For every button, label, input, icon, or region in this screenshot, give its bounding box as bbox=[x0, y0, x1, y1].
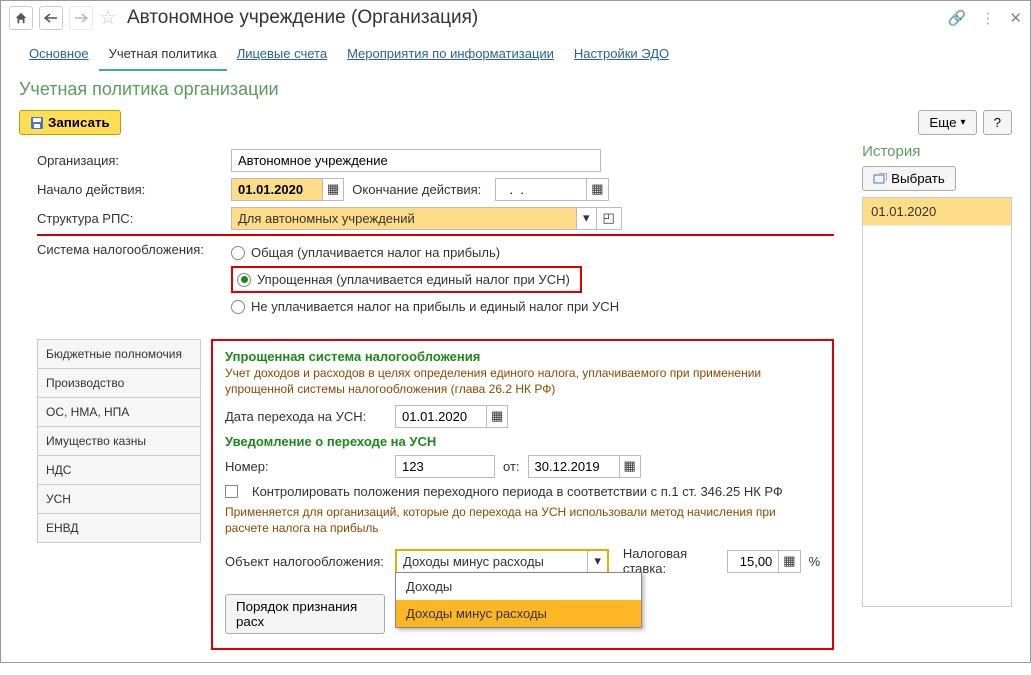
org-label: Организация: bbox=[37, 153, 223, 168]
check-desc: Применяется для организаций, которые до … bbox=[225, 505, 820, 536]
open-icon[interactable]: ◰ bbox=[596, 208, 621, 229]
usn-desc: Учет доходов и расходов в целях определе… bbox=[225, 366, 820, 397]
order-button[interactable]: Порядок признания расх bbox=[225, 594, 385, 634]
history-heading: История bbox=[862, 143, 1012, 160]
start-date-wrap: ▦ bbox=[231, 178, 344, 201]
end-label: Окончание действия: bbox=[352, 182, 481, 197]
save-button[interactable]: Записать bbox=[19, 110, 121, 135]
history-item[interactable]: 01.01.2020 bbox=[863, 198, 1011, 226]
obj-label: Объект налогообложения: bbox=[225, 554, 387, 569]
link-icon[interactable]: 🔗 bbox=[948, 9, 967, 27]
calculator-icon[interactable]: ▦ bbox=[778, 551, 799, 572]
chevron-down-icon[interactable]: ▾ bbox=[576, 208, 596, 229]
sidetab-envd[interactable]: ЕНВД bbox=[37, 514, 201, 543]
sidetab-nds[interactable]: НДС bbox=[37, 456, 201, 485]
obj-dropdown: Доходы Доходы минус расходы bbox=[395, 572, 642, 628]
chevron-down-icon: ▾ bbox=[961, 117, 966, 128]
tab-policy[interactable]: Учетная политика bbox=[99, 40, 227, 71]
tab-main[interactable]: Основное bbox=[19, 40, 99, 71]
calendar-icon[interactable]: ▦ bbox=[586, 179, 607, 200]
usn-date-label: Дата перехода на УСН: bbox=[225, 409, 387, 424]
tab-edo[interactable]: Настройки ЭДО bbox=[564, 40, 679, 71]
usn-date-input[interactable] bbox=[396, 406, 486, 427]
help-button[interactable]: ? bbox=[983, 110, 1012, 135]
control-checkbox[interactable] bbox=[225, 485, 238, 498]
end-date-input[interactable] bbox=[496, 179, 586, 200]
chevron-down-icon[interactable]: ▾ bbox=[587, 551, 607, 572]
obj-select[interactable]: Доходы минус расходы ▾ Доходы Доходы мин… bbox=[395, 549, 609, 574]
num-input[interactable] bbox=[395, 455, 495, 478]
check-label: Контролировать положения переходного пер… bbox=[252, 484, 783, 499]
radio-general[interactable]: Общая (уплачивается налог на прибыль) bbox=[231, 242, 619, 263]
start-label: Начало действия: bbox=[37, 182, 223, 197]
sidetab-usn[interactable]: УСН bbox=[37, 485, 201, 514]
tax-label: Система налогообложения: bbox=[37, 242, 223, 257]
star-icon[interactable]: ☆ bbox=[99, 5, 117, 30]
rate-input[interactable] bbox=[728, 551, 778, 572]
tab-accounts[interactable]: Лицевые счета bbox=[227, 40, 337, 71]
calendar-icon[interactable]: ▦ bbox=[486, 406, 507, 427]
calendar-icon[interactable]: ▦ bbox=[619, 456, 640, 477]
obj-option-income[interactable]: Доходы bbox=[396, 573, 641, 600]
org-input[interactable] bbox=[231, 149, 601, 172]
radio-usn[interactable]: Упрощенная (уплачивается единый налог пр… bbox=[231, 263, 619, 296]
rate-unit: % bbox=[809, 554, 821, 569]
usn-heading: Упрощенная система налогообложения bbox=[225, 349, 820, 364]
sidetab-budget[interactable]: Бюджетные полномочия bbox=[37, 340, 201, 369]
select-button[interactable]: Выбрать bbox=[862, 166, 956, 191]
tab-it[interactable]: Мероприятия по информатизации bbox=[337, 40, 564, 71]
sidetab-prod[interactable]: Производство bbox=[37, 369, 201, 398]
page-subtitle: Учетная политика организации bbox=[1, 71, 1030, 100]
home-button[interactable] bbox=[9, 6, 33, 30]
calendar-icon[interactable]: ▦ bbox=[322, 179, 343, 200]
select-icon bbox=[873, 173, 887, 185]
num-label: Номер: bbox=[225, 459, 387, 474]
end-date-wrap: ▦ bbox=[495, 178, 608, 201]
radio-none[interactable]: Не уплачивается налог на прибыль и едины… bbox=[231, 296, 619, 317]
obj-option-income-expense[interactable]: Доходы минус расходы bbox=[396, 600, 641, 627]
save-icon bbox=[30, 116, 44, 130]
rps-label: Структура РПС: bbox=[37, 211, 223, 226]
back-button[interactable] bbox=[39, 6, 63, 30]
sidetab-treasury[interactable]: Имущество казны bbox=[37, 427, 201, 456]
forward-button[interactable] bbox=[69, 6, 93, 30]
window-title: Автономное учреждение (Организация) bbox=[127, 7, 478, 29]
close-icon[interactable]: ✕ bbox=[1009, 9, 1022, 27]
from-date-input[interactable] bbox=[529, 456, 619, 477]
notice-heading: Уведомление о переходе на УСН bbox=[225, 434, 820, 449]
more-button[interactable]: Еще ▾ bbox=[918, 110, 976, 135]
menu-icon[interactable]: ⋮ bbox=[980, 9, 995, 27]
history-list: 01.01.2020 bbox=[862, 197, 1012, 607]
from-label: от: bbox=[503, 459, 520, 474]
start-date-input[interactable] bbox=[232, 179, 322, 200]
sidetab-os[interactable]: ОС, НМА, НПА bbox=[37, 398, 201, 427]
rps-select[interactable]: Для автономных учреждений ▾ ◰ bbox=[231, 207, 622, 230]
